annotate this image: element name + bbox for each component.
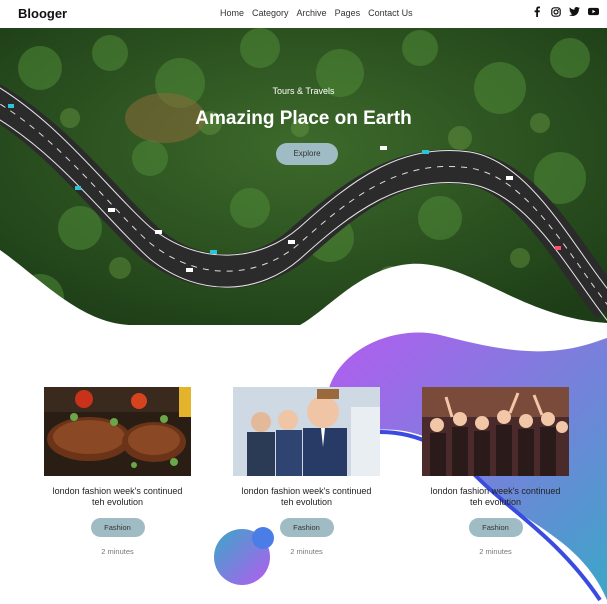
menu-item-archive[interactable]: Archive (297, 8, 327, 18)
read-time: 2 minutes (479, 547, 512, 556)
main-menu: Home Category Archive Pages Contact Us (220, 8, 413, 18)
category-tag-button[interactable]: Fashion (279, 518, 334, 537)
read-time: 2 minutes (101, 547, 134, 556)
explore-button[interactable]: Explore (276, 143, 338, 165)
business-people-image (233, 387, 380, 476)
hero-banner: Tours & Travels Amazing Place on Earth E… (0, 28, 607, 325)
facebook-icon[interactable] (531, 6, 542, 17)
category-tag-button[interactable]: Fashion (468, 518, 523, 537)
youtube-icon[interactable] (588, 6, 599, 17)
article-card[interactable]: london fashion week's continued teh evol… (44, 387, 191, 556)
twitter-icon[interactable] (569, 6, 580, 17)
card-title[interactable]: london fashion week's continued teh evol… (422, 486, 569, 508)
hero-title: Amazing Place on Earth (195, 108, 412, 129)
article-card[interactable]: london fashion week's continued teh evol… (233, 387, 380, 556)
category-tag-button[interactable]: Fashion (90, 518, 145, 537)
party-crowd-image (422, 387, 569, 476)
hero-background-image (0, 28, 607, 325)
steak-food-image (44, 387, 191, 476)
read-time: 2 minutes (290, 547, 323, 556)
navbar: Blooger Home Category Archive Pages Cont… (0, 0, 607, 28)
social-links (531, 6, 599, 17)
article-card[interactable]: london fashion week's continued teh evol… (422, 387, 569, 556)
card-title[interactable]: london fashion week's continued teh evol… (233, 486, 380, 508)
card-title[interactable]: london fashion week's continued teh evol… (44, 486, 191, 508)
brand-logo[interactable]: Blooger (18, 6, 67, 21)
menu-item-category[interactable]: Category (252, 8, 289, 18)
menu-item-pages[interactable]: Pages (335, 8, 361, 18)
instagram-icon[interactable] (550, 6, 561, 17)
menu-item-contact-us[interactable]: Contact Us (368, 8, 413, 18)
hero-subtitle: Tours & Travels (272, 86, 335, 96)
menu-item-home[interactable]: Home (220, 8, 244, 18)
